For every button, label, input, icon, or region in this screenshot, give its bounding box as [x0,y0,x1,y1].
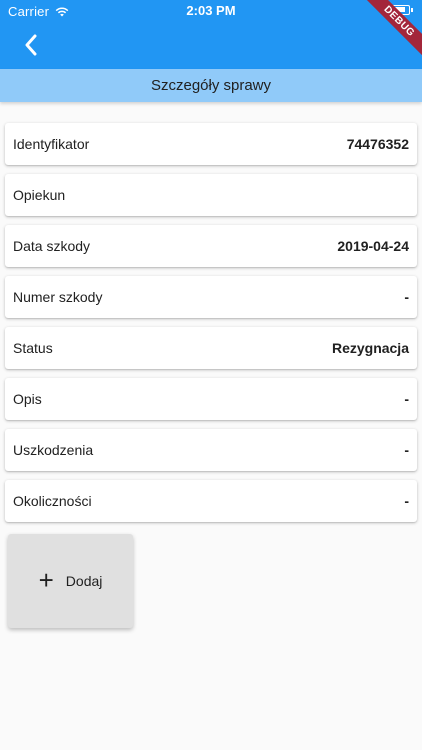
page-title: Szczegóły sprawy [150,77,272,94]
detail-row-okolicznosci: Okoliczności - [5,480,417,522]
detail-label: Identyfikator [13,136,90,152]
detail-row-status: Status Rezygnacja [5,327,417,369]
detail-row-opis: Opis - [5,378,417,420]
page-title-bar: Szczegóły sprawy [0,69,422,102]
detail-label: Okoliczności [13,493,92,509]
battery-icon [388,5,413,15]
detail-label: Numer szkody [13,289,103,305]
detail-row-uszkodzenia: Uszkodzenia - [5,429,417,471]
back-button[interactable] [16,30,46,60]
detail-value: - [404,493,409,509]
status-time: 2:03 PM [186,3,236,18]
detail-label: Uszkodzenia [13,442,94,458]
chevron-left-icon [25,34,37,56]
details-list: Identyfikator 74476352 Opiekun Data szko… [5,123,417,531]
detail-value: 74476352 [346,136,409,152]
add-button-label: Dodaj [65,573,103,589]
detail-value: - [404,442,409,458]
detail-value: Rezygnacja [331,340,409,356]
detail-row-identyfikator: Identyfikator 74476352 [5,123,417,165]
detail-row-numer-szkody: Numer szkody - [5,276,417,318]
detail-row-opiekun: Opiekun [5,174,417,216]
detail-label: Opis [13,391,42,407]
detail-label: Opiekun [13,187,66,203]
detail-value: - [404,391,409,407]
detail-value: 2019-04-24 [337,238,409,254]
app-bar: Carrier 2:03 PM DEBUG [0,0,422,69]
detail-label: Status [13,340,53,356]
detail-value: - [404,289,409,305]
detail-row-data-szkody: Data szkody 2019-04-24 [5,225,417,267]
plus-icon: + [38,565,54,595]
add-button[interactable]: + Dodaj [8,534,133,628]
status-bar: Carrier 2:03 PM [0,0,422,22]
detail-label: Data szkody [13,238,91,254]
